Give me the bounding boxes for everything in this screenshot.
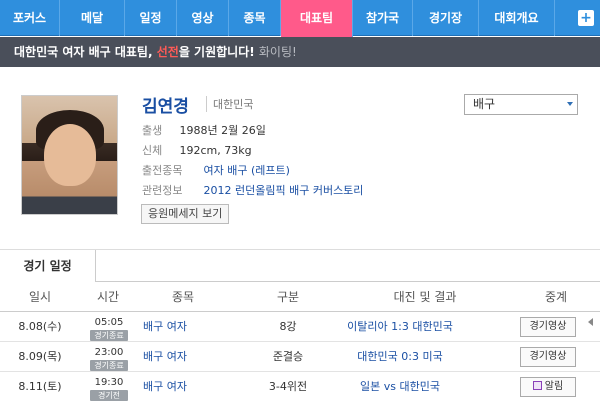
tab-overview[interactable]: 대회개요 — [479, 0, 555, 36]
chevron-down-icon — [567, 102, 573, 106]
info-birth-value: 1988년 2월 26일 — [179, 124, 266, 137]
row-match[interactable]: 일본 vs 대한민국 — [330, 372, 470, 401]
tab-video[interactable]: 영상 — [177, 0, 229, 36]
info-body: 신체 192cm, 73kg — [142, 142, 252, 158]
banner-text-pre: 대한민국 여자 배구 대표팀, — [14, 45, 157, 59]
athlete-country: 대한민국 — [206, 96, 253, 112]
status-badge: 경기종료 — [90, 330, 128, 341]
row-time-value: 05:05 — [94, 317, 124, 328]
info-related-link[interactable]: 2012 런던올림픽 배구 커버스토리 — [204, 184, 364, 197]
row-date: 8.11(토) — [18, 380, 62, 393]
header-sport: 종목 — [171, 290, 195, 304]
athlete-name: 김연경 — [142, 97, 189, 117]
cheer-message-button[interactable]: 응원메세지 보기 — [141, 204, 230, 224]
banner-cheer: 화이팅! — [258, 45, 297, 59]
row-round: 3-4위전 — [268, 380, 308, 393]
row-sport[interactable]: 배구 여자 — [143, 342, 187, 372]
alarm-label: 알림 — [544, 381, 564, 392]
info-event-link[interactable]: 여자 배구 (레프트) — [204, 164, 290, 177]
header-broadcast: 중계 — [544, 290, 568, 304]
status-badge: 경기종료 — [90, 360, 128, 371]
header-date: 일시 — [28, 290, 52, 304]
info-birth-label: 출생 — [142, 124, 163, 137]
video-button[interactable]: 경기영상 — [520, 347, 576, 367]
table-row: 8.11(토) 19:30 경기전 배구 여자 3-4위전 일본 vs 대한민국… — [0, 372, 600, 401]
info-birth: 출생 1988년 2월 26일 — [142, 122, 266, 138]
header-round: 구분 — [276, 290, 300, 304]
tab-countries[interactable]: 참가국 — [353, 0, 413, 36]
tab-team[interactable]: 대표팀 — [281, 0, 353, 37]
tab-focus[interactable]: 포커스 — [0, 0, 60, 36]
row-time-value: 19:30 — [94, 377, 124, 388]
plus-icon[interactable]: + — [578, 10, 594, 26]
tab-venues[interactable]: 경기장 — [413, 0, 479, 36]
athlete-photo — [21, 95, 118, 215]
header-time: 시간 — [96, 290, 120, 304]
row-match[interactable]: 대한민국 0:3 미국 — [330, 342, 470, 372]
row-date: 8.09(목) — [18, 350, 62, 363]
row-date: 8.08(수) — [18, 320, 62, 333]
video-button[interactable]: 경기영상 — [520, 317, 576, 337]
info-related-label: 관련정보 — [142, 184, 183, 197]
table-row: 8.09(목) 23:00 경기종료 배구 여자 준결승 대한민국 0:3 미국… — [0, 342, 600, 372]
row-match[interactable]: 이탈리아 1:3 대한민국 — [330, 312, 470, 342]
schedule-header: 일시 시간 종목 구분 대진 및 결과 중계 — [0, 282, 600, 312]
banner-text-post: 을 기원합니다! — [178, 45, 259, 59]
alarm-button[interactable]: 알림 — [520, 377, 576, 397]
cheer-banner: 대한민국 여자 배구 대표팀, 선전을 기원합니다! 화이팅! — [0, 37, 600, 67]
scroll-left-icon[interactable] — [588, 318, 593, 326]
header-match: 대진 및 결과 — [393, 290, 457, 304]
tab-game-schedule[interactable]: 경기 일정 — [0, 250, 96, 282]
info-event: 출전종목 여자 배구 (레프트) — [142, 162, 290, 178]
banner-text-red: 선전 — [156, 45, 179, 59]
photo-face — [44, 124, 96, 186]
info-related: 관련정보 2012 런던올림픽 배구 커버스토리 — [142, 182, 363, 198]
sport-select-value: 배구 — [473, 97, 496, 111]
table-row: 8.08(수) 05:05 경기종료 배구 여자 8강 이탈리아 1:3 대한민… — [0, 312, 600, 342]
row-round: 8강 — [279, 320, 297, 333]
info-body-value: 192cm, 73kg — [179, 144, 252, 157]
row-time: 19:30 경기전 — [90, 374, 128, 401]
row-time-value: 23:00 — [94, 347, 124, 358]
alarm-icon — [532, 381, 542, 390]
sport-select[interactable]: 배구 — [464, 94, 578, 115]
tab-sports[interactable]: 종목 — [229, 0, 281, 36]
row-sport[interactable]: 배구 여자 — [143, 312, 187, 342]
row-sport[interactable]: 배구 여자 — [143, 372, 187, 401]
row-time: 05:05 경기종료 — [90, 314, 128, 341]
top-nav: 포커스 메달 일정 영상 종목 대표팀 참가국 경기장 대회개요 + — [0, 0, 600, 37]
info-body-label: 신체 — [142, 144, 163, 157]
status-badge: 경기전 — [90, 390, 128, 401]
row-round: 준결승 — [272, 350, 304, 363]
tab-schedule[interactable]: 일정 — [125, 0, 177, 36]
row-time: 23:00 경기종료 — [90, 344, 128, 371]
info-event-label: 출전종목 — [142, 164, 183, 177]
tab-medal[interactable]: 메달 — [60, 0, 125, 36]
